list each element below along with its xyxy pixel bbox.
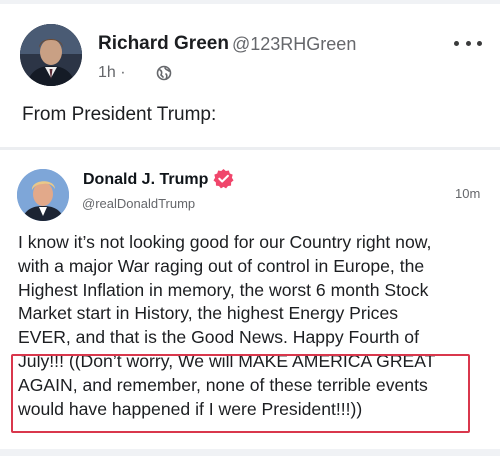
highlight-annotation-box	[11, 354, 470, 433]
top-divider	[0, 0, 500, 4]
post-time-label: 1h	[98, 64, 116, 81]
tweet-body-line: with a major War raging out of control i…	[18, 255, 425, 276]
author-avatar[interactable]	[20, 24, 82, 86]
tweet-timestamp[interactable]: 10m	[455, 186, 480, 201]
tweet-body-line: Market start in History, the highest Ene…	[18, 303, 399, 324]
verified-badge-icon	[213, 168, 234, 189]
tweet-author-avatar[interactable]	[17, 169, 69, 221]
post-caption: From President Trump:	[22, 104, 217, 125]
embed-divider	[0, 147, 500, 150]
author-handle[interactable]: @123RHGreen	[232, 34, 356, 55]
tweet-author-handle[interactable]: @realDonaldTrump	[82, 196, 195, 211]
more-horizontal-icon	[454, 40, 459, 46]
tweet-body-line: Highest Inflation in memory, the worst 6…	[18, 279, 429, 300]
globe-icon	[156, 65, 172, 81]
tweet-author-name[interactable]: Donald J. Trump	[83, 171, 208, 189]
post-header: Richard Green @123RHGreen 1h ·	[20, 24, 485, 90]
post-timestamp[interactable]: 1h ·	[98, 64, 126, 82]
more-options-button[interactable]	[454, 32, 482, 54]
author-name[interactable]: Richard Green	[98, 33, 229, 55]
time-separator: ·	[120, 64, 126, 81]
tweet-body-line: I know it’s not looking good for our Cou…	[18, 232, 432, 252]
tweet-body-line: EVER, and that is the Good News. Happy F…	[18, 327, 419, 348]
bottom-divider	[0, 449, 500, 456]
